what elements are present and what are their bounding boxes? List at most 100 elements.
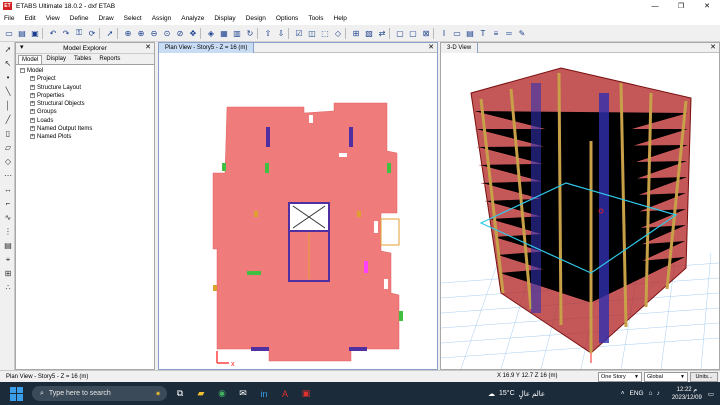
elevation-icon[interactable]: ▥ <box>231 27 243 39</box>
draw-dimension-icon[interactable]: ↔ <box>2 184 14 195</box>
task-view-icon[interactable]: ⧉ <box>172 386 188 402</box>
down-icon[interactable]: ⇩ <box>275 27 287 39</box>
etabs-taskbar-icon[interactable]: ▣ <box>298 386 314 402</box>
3d-view-tab[interactable]: 3-D View <box>441 42 479 53</box>
refresh-icon[interactable]: ⟳ <box>86 27 98 39</box>
text-icon[interactable]: Ι <box>438 27 450 39</box>
draw-brace-icon[interactable]: ╱ <box>2 114 14 125</box>
frame-icon[interactable]: ▭ <box>451 27 463 39</box>
zoom-in-icon[interactable]: ⊕ <box>135 27 147 39</box>
notification-icon[interactable]: ▭ <box>708 390 714 398</box>
file-explorer-icon[interactable]: ▰ <box>193 386 209 402</box>
zoom-fit-icon[interactable]: ⊙ <box>161 27 173 39</box>
close-3d-view-button[interactable]: ✕ <box>710 43 716 51</box>
minimize-button[interactable]: — <box>642 0 668 12</box>
expand-icon[interactable]: + <box>30 101 35 107</box>
redo-icon[interactable]: ↷ <box>60 27 72 39</box>
rotate-icon[interactable]: ↻ <box>244 27 256 39</box>
maximize-button[interactable]: ❐ <box>668 0 694 12</box>
draw-grid-icon[interactable]: ⊞ <box>2 268 14 279</box>
extrude-icon[interactable]: ⬚ <box>319 27 331 39</box>
pointer-select-icon[interactable]: ⊠ <box>420 27 432 39</box>
draw-point-icon[interactable]: ∴ <box>2 282 14 293</box>
close-button[interactable]: ✕ <box>694 0 720 12</box>
story-option-dropdown[interactable]: One Story ▼ <box>598 372 642 382</box>
lock-icon[interactable]: ⚿ <box>73 27 85 39</box>
menu-define[interactable]: Define <box>70 15 89 22</box>
plan-view-tab[interactable]: Plan View - Story5 - Z = 16 (m) <box>159 42 255 53</box>
tab-display[interactable]: Display <box>42 54 70 64</box>
weather-widget[interactable]: ☁ 15°C عالم عالٍ <box>488 382 545 405</box>
close-explorer-button[interactable]: ✕ <box>145 43 151 51</box>
collapse-icon[interactable]: − <box>20 67 25 73</box>
chrome-icon[interactable]: ◉ <box>214 386 230 402</box>
menu-options[interactable]: Options <box>276 15 298 22</box>
taskbar-search[interactable]: ⌕ Type here to search ✷ <box>32 386 167 401</box>
plan-icon[interactable]: ▦ <box>218 27 230 39</box>
grid-icon[interactable]: ⊞ <box>350 27 362 39</box>
plan-view-canvas[interactable]: x <box>159 53 437 369</box>
tree-node-properties[interactable]: + Properties <box>20 92 152 100</box>
zoom-rubber-icon[interactable]: ⊕ <box>122 27 134 39</box>
tree-node-groups[interactable]: + Groups <box>20 108 152 116</box>
tree-node-project[interactable]: + Project <box>20 75 152 83</box>
tab-tables[interactable]: Tables <box>70 54 95 64</box>
object-shrink-icon[interactable]: ◫ <box>306 27 318 39</box>
coord-system-dropdown[interactable]: Global ▼ <box>644 372 688 382</box>
zoom-prev-icon[interactable]: ⊘ <box>174 27 186 39</box>
up-icon[interactable]: ⇧ <box>262 27 274 39</box>
save-icon[interactable]: ▣ <box>29 27 41 39</box>
check-icon[interactable]: ☑ <box>293 27 305 39</box>
tree-node-structure-layout[interactable]: + Structure Layout <box>20 84 152 92</box>
units-button[interactable]: Units... <box>690 372 718 382</box>
expand-icon[interactable]: + <box>30 126 35 131</box>
tab-model[interactable]: Model <box>18 55 43 64</box>
chevron-up-icon[interactable]: ˄ <box>621 390 625 397</box>
draw-tendon-icon[interactable]: ∿ <box>2 212 14 223</box>
menu-analyze[interactable]: Analyze <box>181 15 204 22</box>
tab-reports[interactable]: Reports <box>95 54 124 64</box>
tree-node-model[interactable]: − Model <box>20 67 152 75</box>
expand-icon[interactable]: + <box>30 134 35 140</box>
menu-file[interactable]: File <box>4 15 14 22</box>
draw-floor-icon[interactable]: ▱ <box>2 142 14 153</box>
draw-section-cut-icon[interactable]: ⌐ <box>2 198 14 209</box>
move-icon[interactable]: ⇄ <box>376 27 388 39</box>
expand-icon[interactable]: + <box>30 109 35 115</box>
volume-icon[interactable]: ♪ <box>657 390 660 397</box>
deselect-icon[interactable]: ▢ <box>407 27 419 39</box>
expand-icon[interactable]: + <box>30 92 35 98</box>
3d-icon[interactable]: ◈ <box>205 27 217 39</box>
draw-opening-icon[interactable]: ◇ <box>2 156 14 167</box>
menu-assign[interactable]: Assign <box>152 15 172 22</box>
assign-icon[interactable]: ▧ <box>363 27 375 39</box>
linkedin-icon[interactable]: in <box>256 386 272 402</box>
tree-node-named-output-items[interactable]: + Named Output Items <box>20 125 152 133</box>
reshape-icon[interactable]: ↖ <box>2 58 14 69</box>
draw-joint-icon[interactable]: • <box>2 72 14 83</box>
draw-reference-icon[interactable]: ⌖ <box>2 254 14 265</box>
area-icon[interactable]: ▤ <box>464 27 476 39</box>
line-weight-icon[interactable]: ═ <box>503 27 515 39</box>
draw-wall-icon[interactable]: ▯ <box>2 128 14 139</box>
font-icon[interactable]: T <box>477 27 489 39</box>
new-icon[interactable]: ▭ <box>3 27 15 39</box>
expand-icon[interactable]: + <box>30 76 35 82</box>
menu-design[interactable]: Design <box>246 15 266 22</box>
menu-select[interactable]: Select <box>124 15 142 22</box>
menu-draw[interactable]: Draw <box>98 15 113 22</box>
draw-link-icon[interactable]: ⋯ <box>2 170 14 181</box>
menu-view[interactable]: View <box>46 15 60 22</box>
menu-edit[interactable]: Edit <box>24 15 35 22</box>
select-icon[interactable]: ▢ <box>394 27 406 39</box>
pin-icon[interactable]: ▾ <box>20 43 24 51</box>
language-indicator[interactable]: ENG <box>630 390 644 397</box>
draw-design-strip-icon[interactable]: ▤ <box>2 240 14 251</box>
pointer-icon[interactable]: ➚ <box>104 27 116 39</box>
acrobat-icon[interactable]: A <box>277 386 293 402</box>
close-plan-view-button[interactable]: ✕ <box>428 43 434 51</box>
menu-display[interactable]: Display <box>214 15 235 22</box>
zoom-out-icon[interactable]: ⊖ <box>148 27 160 39</box>
open-icon[interactable]: ▤ <box>16 27 28 39</box>
menu-help[interactable]: Help <box>334 15 347 22</box>
